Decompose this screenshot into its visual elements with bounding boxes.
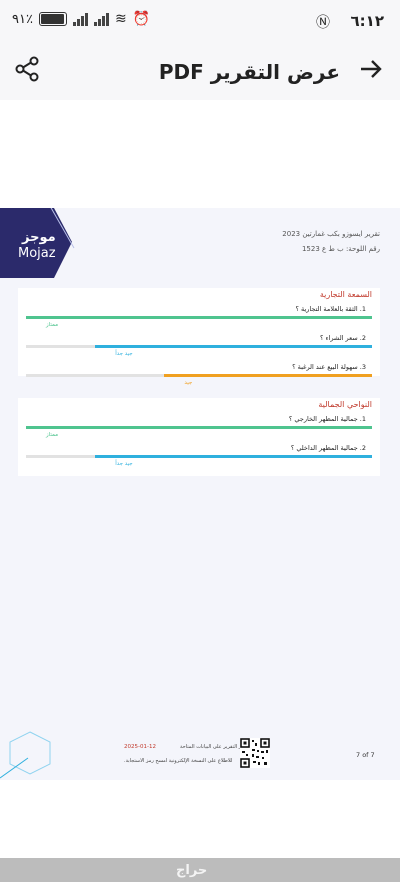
qr-code-icon	[240, 738, 270, 768]
report-title: تقرير ايسوزو بكب غمارتين 2023	[282, 230, 380, 238]
rating-bar	[26, 345, 372, 348]
alarm-icon: ⏰	[132, 11, 151, 27]
rating-bar	[26, 316, 372, 319]
status-bar: ٦:١٢ Ⓝ ٩١٪ ≋ ⏰	[0, 0, 400, 44]
rating-label: جيد	[184, 380, 193, 386]
logo-english-text: Mojaz	[18, 246, 56, 261]
clock: ٦:١٢	[350, 12, 384, 30]
plate-number: رقم اللوحة: ب ط ع 1523	[301, 245, 380, 253]
status-icons: ٩١٪ ≋ ⏰	[12, 11, 150, 27]
rating-bar	[26, 374, 372, 377]
signal-icon	[72, 12, 88, 26]
question-label: 3. سهولة البيع عند الرغبة ؟	[292, 363, 366, 371]
rating-label: ممتاز	[46, 322, 59, 328]
section-title: النواحي الجمالية	[318, 400, 372, 409]
section-commercial-reputation: السمعة التجارية 1. الثقة بالعلامة التجار…	[18, 288, 380, 386]
app-bar: عرض التقرير PDF	[0, 44, 400, 100]
rating-bar	[26, 426, 372, 429]
section-aesthetics: النواحي الجمالية 1. جمالية المظهر الخارج…	[18, 398, 380, 476]
question-label: 1. الثقة بالعلامة التجارية ؟	[295, 305, 366, 313]
rating-bar-fill	[26, 316, 372, 319]
back-button[interactable]	[358, 56, 384, 82]
signal-icon-2	[93, 12, 109, 26]
scan-note: للاطلاع على النسخة الإلكترونية امسح رمز …	[124, 758, 233, 764]
nfc-icon: Ⓝ	[316, 15, 330, 31]
rating-bar-fill	[95, 455, 372, 458]
rating-label: جيد جداً	[115, 461, 133, 467]
page-title: عرض التقرير PDF	[158, 60, 340, 84]
logo-arabic-text: موجز	[22, 230, 56, 245]
rating-bar	[26, 455, 372, 458]
bottom-bar: حراج	[0, 858, 400, 882]
question-label: 2. سعر الشراء ؟	[319, 334, 366, 342]
arrow-right-icon	[361, 60, 382, 78]
page-number: 7 of 7	[356, 751, 375, 759]
battery-icon	[38, 12, 67, 26]
section-title: السمعة التجارية	[319, 290, 372, 299]
rating-bar-fill	[164, 374, 372, 377]
share-button[interactable]	[12, 54, 42, 84]
wifi-icon: ≋	[114, 11, 127, 27]
question-label: 2. جمالية المظهر الداخلي ؟	[290, 444, 366, 452]
pdf-page: موجز Mojaz تقرير ايسوزو بكب غمارتين 2023…	[0, 208, 400, 780]
rating-bar-fill	[26, 426, 372, 429]
battery-percentage: ٩١٪	[12, 11, 33, 27]
mojaz-logo: موجز Mojaz	[0, 208, 76, 278]
decorative-hexagon-icon	[0, 731, 51, 779]
issue-date: 2025-01-12	[124, 744, 156, 750]
rating-label: ممتاز	[46, 432, 59, 438]
watermark: حراج	[176, 863, 208, 878]
share-icon	[15, 56, 39, 82]
rating-label: جيد جداً	[115, 351, 133, 357]
rating-bar-fill	[95, 345, 372, 348]
pdf-viewer[interactable]: موجز Mojaz تقرير ايسوزو بكب غمارتين 2023…	[0, 100, 400, 858]
question-label: 1. جمالية المظهر الخارجي ؟	[288, 415, 366, 423]
